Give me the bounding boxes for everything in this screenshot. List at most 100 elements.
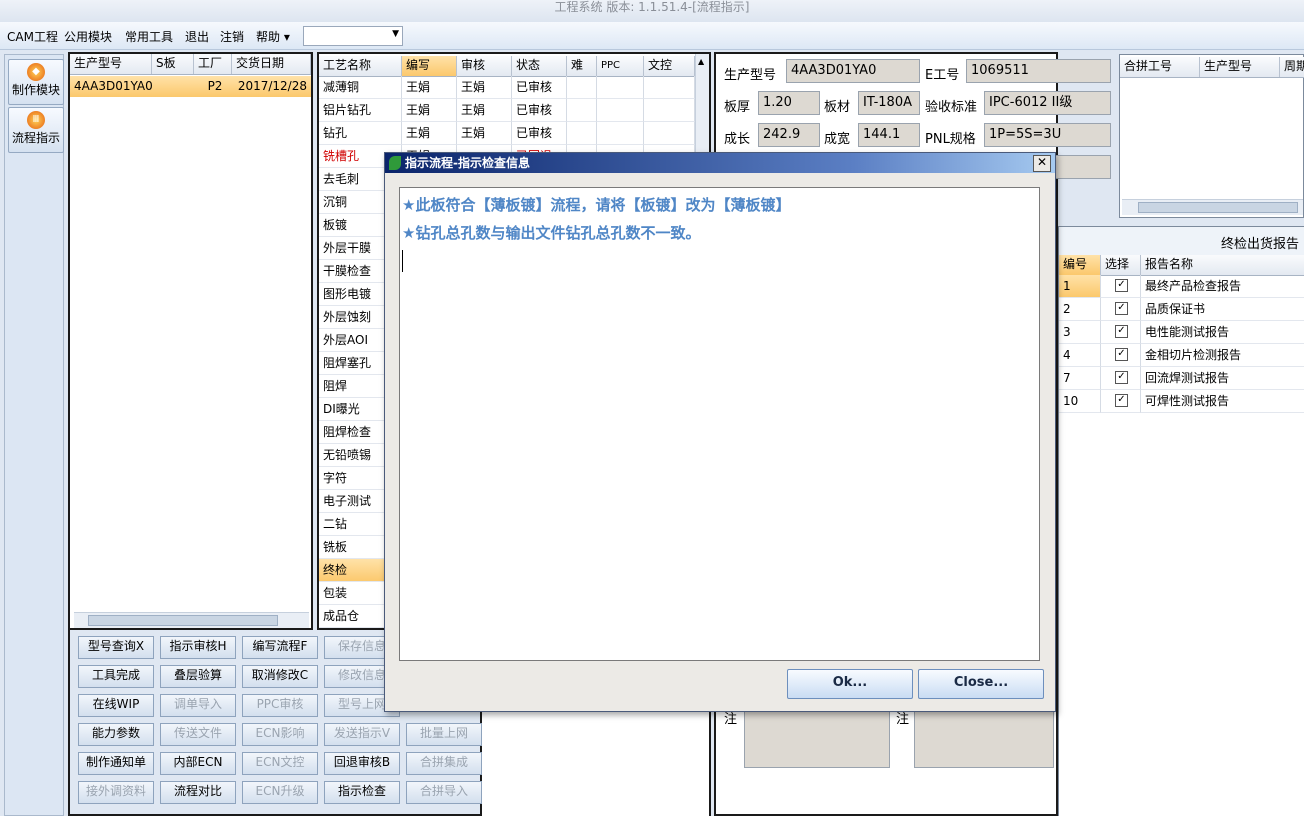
cell-report-id: 3 [1059, 321, 1101, 344]
cell-select: ✓ [1101, 275, 1141, 298]
table-row[interactable]: 1 ✓ 最终产品检查报告 [1059, 275, 1304, 298]
cell-s-board [152, 76, 194, 97]
table-row[interactable]: 3 ✓ 电性能测试报告 [1059, 321, 1304, 344]
action-button[interactable]: 合拼集成 [406, 752, 482, 775]
report-grid: 终检出货报告 编号 选择 报告名称 1 ✓ 最终产品检查报告 2 ✓ 品质保证书 3 ✓ 电性能… [1058, 226, 1304, 816]
dialog-title-bar[interactable]: 指示流程-指示检查信息 ✕ [385, 153, 1055, 173]
column-header[interactable]: 工艺名称 [319, 56, 402, 76]
action-button[interactable]: 在线WIP [78, 694, 154, 717]
action-button[interactable]: 指示审核H [160, 636, 236, 659]
close-button[interactable]: Close... [918, 669, 1044, 699]
menu-help[interactable]: 帮助 ▾ [256, 28, 290, 45]
select-checkbox[interactable]: ✓ [1115, 325, 1128, 338]
table-row[interactable]: 减薄铜 王娟 王娟 已审核 [319, 76, 695, 99]
table-row[interactable]: 4 ✓ 金相切片检测报告 [1059, 344, 1304, 367]
table-row[interactable]: 7 ✓ 回流焊测试报告 [1059, 367, 1304, 390]
table-row[interactable]: 2 ✓ 品质保证书 [1059, 298, 1304, 321]
column-header[interactable]: 状态 [512, 56, 567, 76]
select-checkbox[interactable]: ✓ [1115, 371, 1128, 384]
column-header[interactable]: S板 [152, 54, 194, 74]
menu-public-module[interactable]: 公用模块 [64, 28, 112, 45]
column-header[interactable]: 编号 [1059, 255, 1101, 275]
sidebar-item-label: 制作模块 [11, 83, 60, 97]
column-header[interactable]: 工厂 [194, 54, 232, 74]
order-grid: 生产型号 S板 工厂 交货日期 4AA3D01YA0 P2 2017/12/28 [68, 52, 313, 630]
action-button[interactable]: 工具完成 [78, 665, 154, 688]
column-header[interactable]: 生产型号 [1200, 57, 1280, 77]
cell-doc-control [644, 99, 695, 122]
action-button[interactable]: 接外调资料 [78, 781, 154, 804]
action-button[interactable]: 回退审核B [324, 752, 400, 775]
action-button[interactable]: 内部ECN [160, 752, 236, 775]
cell-difficulty [567, 99, 597, 122]
close-icon[interactable]: ✕ [1033, 155, 1051, 172]
action-button[interactable]: 发送指示V [324, 723, 400, 746]
table-row[interactable]: 铝片钻孔 王娟 王娟 已审核 [319, 99, 695, 122]
column-header[interactable]: 报告名称 [1141, 255, 1304, 275]
action-button[interactable]: 取消修改C [242, 665, 318, 688]
menu-cam[interactable]: CAM工程 [7, 28, 58, 45]
note-field-2[interactable] [914, 708, 1054, 768]
column-header[interactable]: 文控 [644, 56, 695, 76]
note-field-1[interactable] [744, 708, 890, 768]
select-checkbox[interactable]: ✓ [1115, 302, 1128, 315]
action-button[interactable]: ECN升级 [242, 781, 318, 804]
cell-report-id: 2 [1059, 298, 1101, 321]
column-header[interactable]: 审核 [457, 56, 512, 76]
action-button[interactable]: ECN影响 [242, 723, 318, 746]
column-header[interactable]: 周期 [1280, 57, 1304, 77]
action-button[interactable]: 叠层验算 [160, 665, 236, 688]
model-field[interactable]: 4AA3D01YA0 [786, 59, 920, 83]
column-header[interactable]: 交货日期 [232, 54, 311, 74]
ok-button[interactable]: Ok... [787, 669, 913, 699]
column-header[interactable]: 编写 [402, 56, 457, 76]
column-header[interactable]: 生产型号 [70, 54, 152, 74]
action-button[interactable]: 合拼导入 [406, 781, 482, 804]
sidebar-item-make-module[interactable]: ◆ 制作模块 [8, 59, 64, 105]
select-checkbox[interactable]: ✓ [1115, 348, 1128, 361]
standard-field[interactable]: IPC-6012 II级 [984, 91, 1111, 115]
action-button[interactable]: 能力参数 [78, 723, 154, 746]
e-number-field[interactable]: 1069511 [966, 59, 1111, 83]
action-button[interactable]: 型号查询X [78, 636, 154, 659]
width-field[interactable]: 144.1 [858, 123, 920, 147]
scrollbar-thumb[interactable] [88, 615, 278, 626]
table-row[interactable]: 10 ✓ 可焊性测试报告 [1059, 390, 1304, 413]
menu-common-tools[interactable]: 常用工具 [125, 28, 173, 45]
action-button[interactable]: 编写流程F [242, 636, 318, 659]
menu-combo[interactable]: ▼ [303, 26, 403, 46]
horizontal-scrollbar[interactable] [74, 612, 309, 628]
select-checkbox[interactable]: ✓ [1115, 394, 1128, 407]
action-button[interactable]: 批量上网 [406, 723, 482, 746]
action-button[interactable]: 调单导入 [160, 694, 236, 717]
cell-select: ✓ [1101, 367, 1141, 390]
cell-process: 铝片钻孔 [319, 99, 402, 122]
action-button[interactable]: ECN文控 [242, 752, 318, 775]
select-checkbox[interactable]: ✓ [1115, 279, 1128, 292]
table-row[interactable]: 4AA3D01YA0 P2 2017/12/28 [70, 76, 311, 97]
menu-exit[interactable]: 退出 [185, 28, 209, 45]
length-field[interactable]: 242.9 [758, 123, 820, 147]
column-header[interactable]: 难 [567, 56, 597, 76]
action-button[interactable]: PPC审核 [242, 694, 318, 717]
standard-label: 验收标准 [925, 100, 978, 115]
pnl-field[interactable]: 1P=5S=3U [984, 123, 1111, 147]
column-header[interactable]: PPC [597, 56, 644, 76]
action-button[interactable]: 指示检查 [324, 781, 400, 804]
chevron-up-icon[interactable]: ▲ [698, 57, 704, 66]
action-button[interactable]: 传送文件 [160, 723, 236, 746]
action-button[interactable]: 制作通知单 [78, 752, 154, 775]
sidebar-item-flow-instruction[interactable]: Ⅲ 流程指示 [8, 107, 64, 153]
material-field[interactable]: IT-180A [858, 91, 920, 115]
column-header[interactable]: 合拼工号 [1120, 57, 1200, 77]
pnl-label: PNL规格 [925, 132, 976, 147]
column-header[interactable]: 选择 [1101, 255, 1141, 275]
dialog-message-area[interactable]: ★此板符合【薄板镀】流程，请将【板镀】改为【薄板镀】 ★钻孔总孔数与输出文件钻孔… [399, 187, 1040, 661]
scrollbar-thumb[interactable] [1138, 202, 1298, 213]
menu-logout[interactable]: 注销 [220, 28, 244, 45]
thickness-field[interactable]: 1.20 [758, 91, 820, 115]
action-button[interactable]: 流程对比 [160, 781, 236, 804]
horizontal-scrollbar[interactable] [1122, 199, 1303, 215]
cell-report-name: 电性能测试报告 [1141, 321, 1304, 344]
table-row[interactable]: 钻孔 王娟 王娟 已审核 [319, 122, 695, 145]
